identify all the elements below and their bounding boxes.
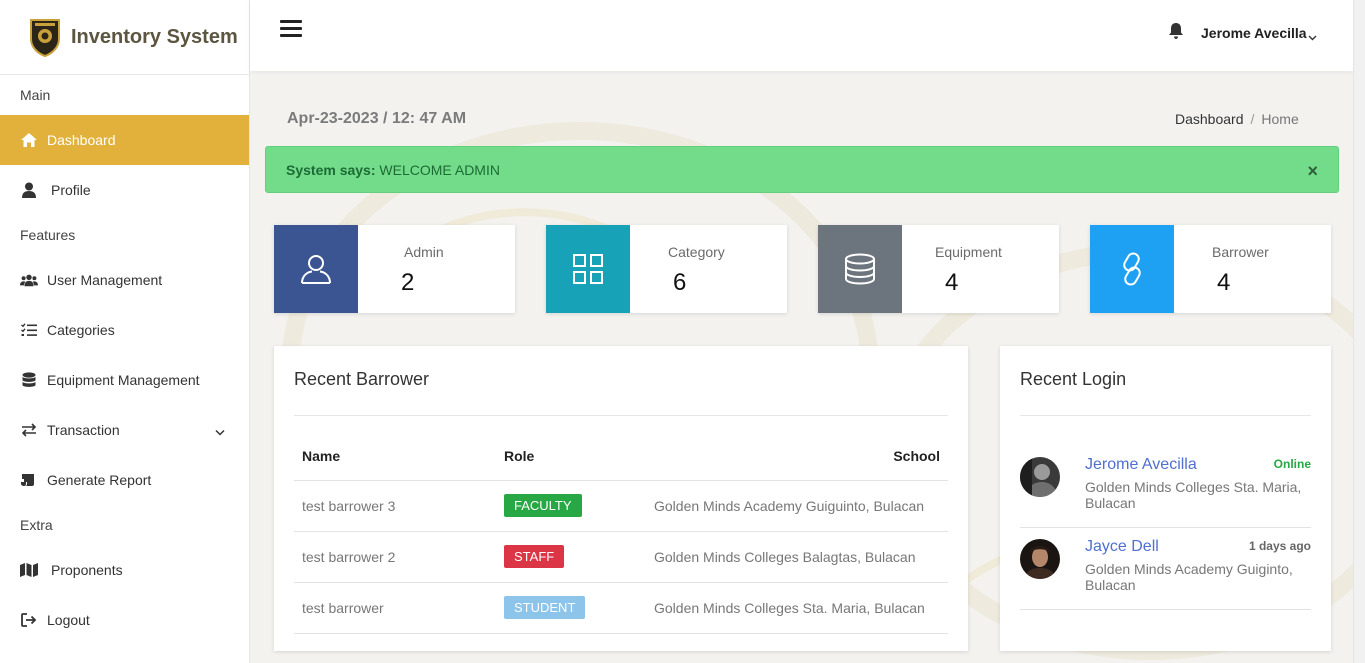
school-seal-logo [30,19,60,57]
top-navbar: Jerome Avecilla [250,0,1353,71]
panel-title: Recent Barrower [294,369,430,389]
avatar [1020,539,1060,579]
chevron-down-icon [215,423,225,439]
barrower-school: Golden Minds Academy Guiguinto, Bulacan [646,480,948,532]
sidebar-item-transaction[interactable]: Transaction [0,405,249,455]
avatar [1020,457,1060,497]
map-icon [20,561,38,579]
barrower-name: test barrower [294,582,496,634]
login-status: Online [1273,457,1311,471]
column-header-role: Role [496,432,646,481]
breadcrumb-current: Home [1261,111,1299,127]
stat-card-equipment[interactable]: Equipment 4 [818,225,1059,313]
stat-card-admin[interactable]: Admin 2 [274,225,515,313]
divider [294,415,948,416]
sidebar-item-equipment-management[interactable]: Equipment Management [0,355,249,405]
close-icon[interactable]: × [1307,161,1318,182]
sidebar-item-label: Categories [47,322,115,338]
sidebar-item-user-management[interactable]: User Management [0,255,249,305]
sidebar-item-label: Profile [51,182,91,198]
stat-label: Admin [404,244,444,260]
user-menu-name[interactable]: Jerome Avecilla [1201,25,1307,41]
barrower-school: Golden Minds Colleges Sta. Maria, Bulaca… [646,582,948,634]
barrower-school: Golden Minds Colleges Balagtas, Bulacan [646,531,948,583]
list-check-icon [20,321,38,339]
current-datetime: Apr-23-2023 / 12: 47 AM [287,110,467,127]
sidebar-item-profile[interactable]: Profile [0,165,249,215]
bell-icon[interactable] [1168,22,1184,45]
breadcrumb-separator: / [1250,111,1255,127]
logout-icon [20,611,38,629]
database-icon [20,371,38,389]
stat-card-barrower[interactable]: Barrower 4 [1090,225,1331,313]
divider [1020,415,1311,416]
breadcrumb: Dashboard / Home [1175,111,1299,127]
welcome-alert: System says: WELCOME ADMIN × [265,146,1339,193]
column-header-name: Name [294,432,496,481]
stat-card-category[interactable]: Category 6 [546,225,787,313]
role-badge: STAFF [504,545,565,568]
link-icon [1090,225,1174,313]
sidebar-item-proponents[interactable]: Proponents [0,545,249,595]
table-row: test barrower STUDENT Golden Minds Colle… [294,582,948,634]
recent-login-panel: Recent Login Jerome Avecilla Online Gold… [1000,346,1331,651]
stat-value: 4 [1217,269,1231,296]
list-item: Jayce Dell 1 days ago Golden Minds Acade… [1020,528,1311,610]
panel-title: Recent Login [1020,369,1127,389]
report-icon [20,471,38,489]
stat-label: Barrower [1212,244,1269,260]
list-item: Jerome Avecilla Online Golden Minds Coll… [1020,446,1311,528]
sidebar-item-label: Transaction [47,422,120,438]
sidebar-item-generate-report[interactable]: Generate Report [0,455,249,505]
alert-message: WELCOME ADMIN [379,162,500,178]
barrower-name: test barrower 3 [294,480,496,532]
table-row: test barrower 2 STAFF Golden Minds Colle… [294,531,948,583]
menu-toggle-icon[interactable] [280,20,302,38]
column-header-school: School [646,432,948,481]
role-badge: STUDENT [504,596,586,619]
sidebar-item-label: Proponents [51,562,123,578]
chevron-down-icon[interactable] [1308,28,1317,46]
section-label-features: Features [20,227,76,243]
sidebar-item-label: Dashboard [47,132,116,148]
section-label-extra: Extra [20,517,53,533]
sidebar-item-label: Generate Report [47,472,152,488]
login-status: 1 days ago [1248,539,1311,553]
login-user-name[interactable]: Jayce Dell [1085,538,1159,556]
sidebar-item-categories[interactable]: Categories [0,305,249,355]
user-outline-icon [274,225,358,313]
brand: Inventory System [0,0,249,75]
database-icon [818,225,902,313]
stat-value: 4 [945,269,959,296]
sidebar-item-logout[interactable]: Logout [0,595,249,645]
app-title: Inventory System [71,25,238,48]
alert-prefix: System says: [286,162,376,178]
page-scrollbar[interactable] [1353,0,1365,663]
table-row: test barrower 3 FACULTY Golden Minds Aca… [294,480,948,532]
stat-label: Category [668,244,725,260]
recent-barrower-panel: Recent Barrower Name Role School test ba… [274,346,968,651]
sidebar-item-label: User Management [47,272,163,288]
login-user-school: Golden Minds Colleges Sta. Maria, Bulaca… [1085,479,1302,511]
home-icon [20,131,38,149]
stat-value: 6 [673,269,687,296]
sidebar-item-label: Equipment Management [47,372,200,388]
stat-label: Equipment [935,244,1002,260]
breadcrumb-dashboard-link[interactable]: Dashboard [1175,111,1244,127]
sidebar-item-dashboard[interactable]: Dashboard [0,115,249,165]
login-user-name[interactable]: Jerome Avecilla [1085,456,1197,474]
grid-icon [546,225,630,313]
sidebar-item-label: Logout [47,612,90,628]
stat-value: 2 [401,269,415,296]
role-badge: FACULTY [504,494,582,517]
users-icon [20,271,38,289]
barrower-name: test barrower 2 [294,531,496,583]
user-icon [20,181,38,199]
exchange-icon [20,421,38,439]
section-label-main: Main [20,87,51,103]
login-user-school: Golden Minds Academy Guiginto, Bulacan [1085,561,1293,593]
sidebar: Inventory System Main Dashboard Profile … [0,0,250,663]
recent-barrower-table: Name Role School test barrower 3 FACULTY… [294,432,948,634]
